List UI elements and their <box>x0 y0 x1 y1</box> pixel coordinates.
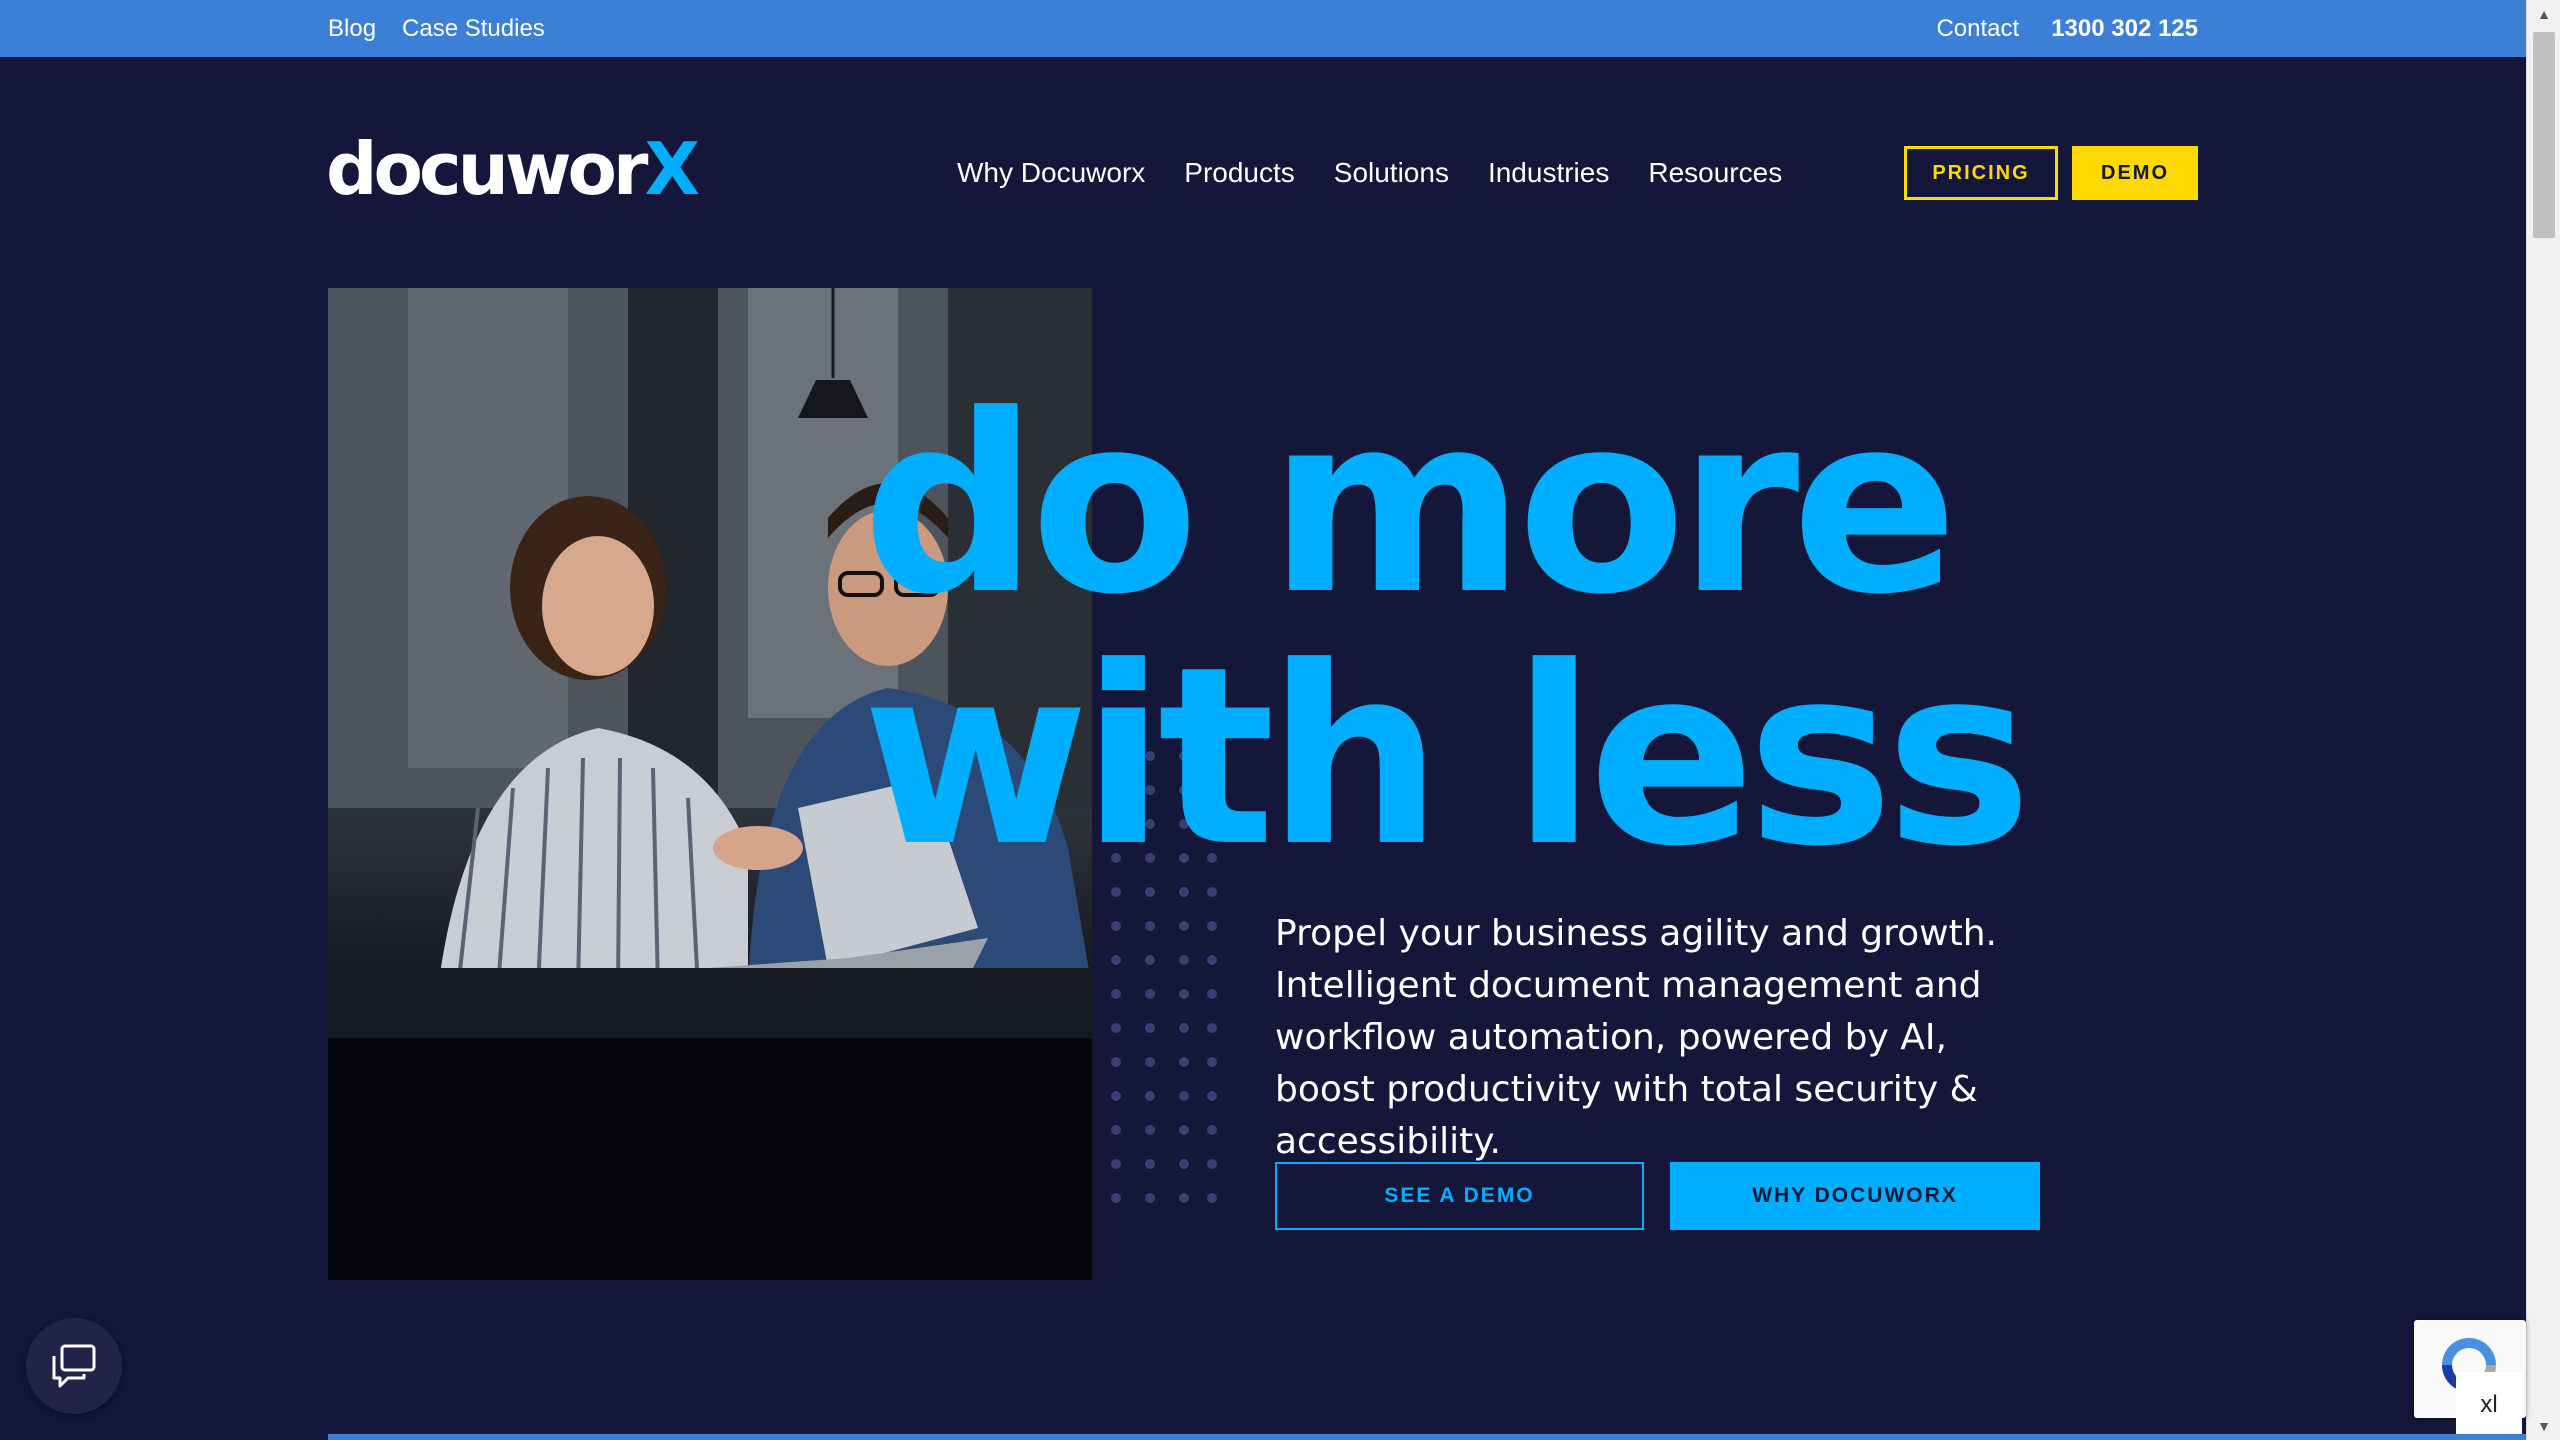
page-scrollbar[interactable]: ▲ ▼ <box>2526 0 2560 1440</box>
utility-contact: Contact 1300 302 125 <box>1936 0 2198 57</box>
nav-products[interactable]: Products <box>1184 157 1295 189</box>
nav-industries[interactable]: Industries <box>1488 157 1609 189</box>
chat-launcher-button[interactable] <box>26 1318 122 1414</box>
pricing-button[interactable]: PRICING <box>1904 146 2058 200</box>
case-studies-link[interactable]: Case Studies <box>402 15 545 43</box>
nav-why-docuworx[interactable]: Why Docuworx <box>957 157 1145 189</box>
headline-line-1: do more <box>862 363 1958 649</box>
demo-button[interactable]: DEMO <box>2072 146 2198 200</box>
chat-bubbles-icon <box>52 1344 96 1388</box>
why-docuworx-button[interactable]: WHY DOCUWORX <box>1670 1162 2040 1230</box>
see-a-demo-button[interactable]: SEE A DEMO <box>1275 1162 1644 1230</box>
utility-links: Blog Case Studies <box>328 0 545 57</box>
contact-link[interactable]: Contact <box>1936 15 2019 43</box>
logo-text: docuwor <box>326 127 648 211</box>
docuworx-logo[interactable]: docuworX <box>326 132 700 206</box>
scroll-down-arrow-icon[interactable]: ▼ <box>2527 1412 2560 1440</box>
next-section-edge <box>328 1434 2526 1440</box>
nav-resources[interactable]: Resources <box>1648 157 1782 189</box>
scroll-up-arrow-icon[interactable]: ▲ <box>2527 0 2560 28</box>
xl-badge[interactable]: xl <box>2456 1372 2522 1438</box>
blog-link[interactable]: Blog <box>328 15 376 43</box>
phone-link[interactable]: 1300 302 125 <box>2051 15 2198 43</box>
logo-x: X <box>644 127 699 211</box>
main-nav: Why Docuworx Products Solutions Industri… <box>957 150 1782 196</box>
nav-solutions[interactable]: Solutions <box>1334 157 1449 189</box>
hero-headline: do more with less <box>862 380 2222 884</box>
headline-line-2: with less <box>862 615 2032 901</box>
utility-bar: Blog Case Studies Contact 1300 302 125 <box>0 0 2526 57</box>
scroll-thumb[interactable] <box>2533 32 2555 238</box>
hero-description: Propel your business agility and growth.… <box>1275 913 1997 1162</box>
